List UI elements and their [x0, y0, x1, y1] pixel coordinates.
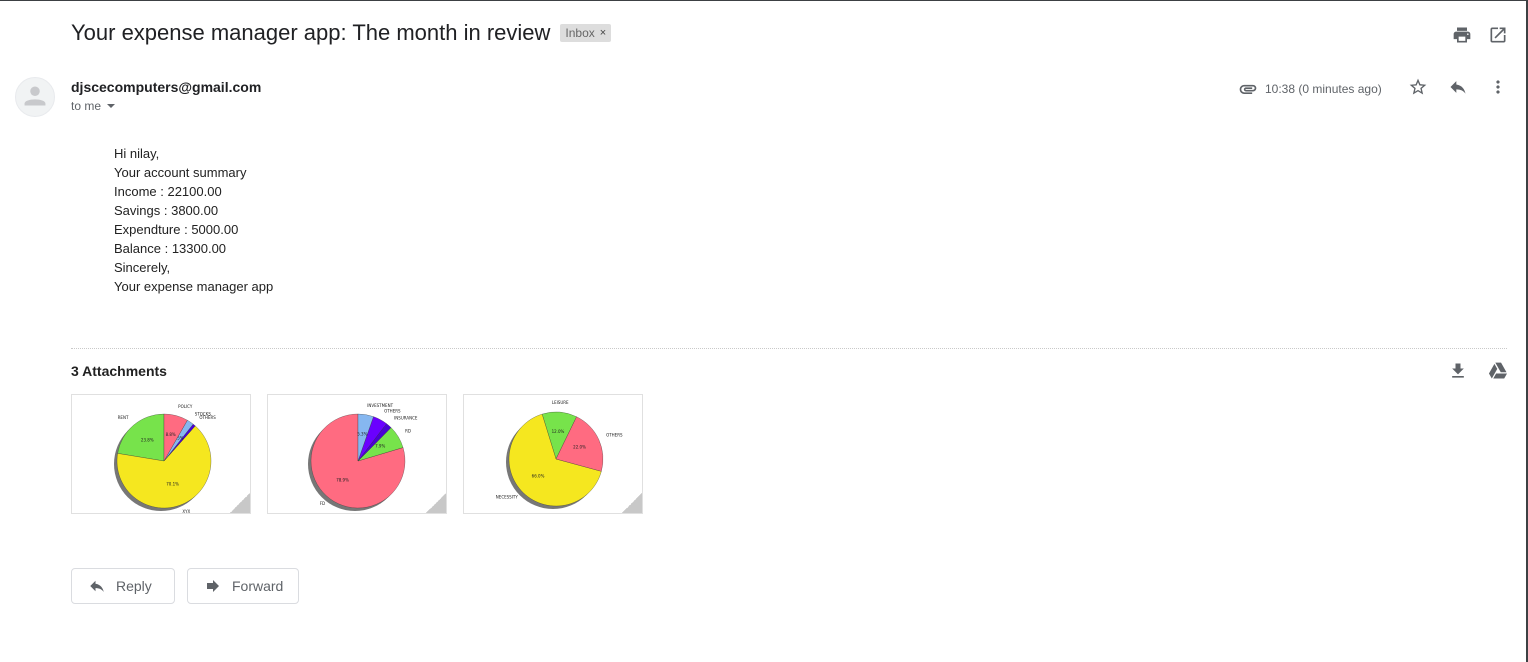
open-in-new-window-button[interactable]	[1486, 23, 1510, 47]
save-to-drive-button[interactable]	[1486, 359, 1510, 383]
pie-label: OTHERS	[606, 432, 623, 437]
remove-label-button[interactable]: ×	[600, 27, 606, 39]
open-in-new-icon	[1490, 27, 1506, 43]
pie-label: OTHERS	[384, 409, 401, 414]
pie-label: RD	[405, 429, 411, 434]
recipient-line: to me	[71, 99, 102, 113]
page-fold	[230, 493, 250, 513]
star-button[interactable]	[1406, 75, 1430, 99]
reply-label: Reply	[116, 578, 152, 594]
download-all-button[interactable]	[1446, 359, 1470, 383]
inbox-label-chip[interactable]: Inbox ×	[560, 24, 612, 42]
pie-pct-label: 70.1%	[166, 481, 179, 486]
email-subject: Your expense manager app: The month in r…	[71, 20, 551, 45]
avatar	[15, 77, 55, 117]
pie-label: XYX	[182, 509, 190, 514]
drive-icon	[1488, 362, 1508, 379]
pie-pct-label: 78.9%	[336, 478, 349, 483]
message-time: 10:38 (0 minutes ago)	[1265, 82, 1382, 96]
forward-action-button[interactable]: Forward	[187, 568, 299, 604]
pie-chart-3: LEISURE 12.0% NECESSITY 66.0% OTHERS 22.0%	[496, 400, 623, 509]
person-icon	[24, 86, 46, 106]
pie-label: NECESSITY	[496, 495, 519, 500]
pie-pct-label: 12.0%	[552, 429, 565, 434]
pie-label: FD	[320, 501, 325, 506]
pie-pct-label: 5.3%	[357, 432, 367, 437]
page-fold	[426, 493, 446, 513]
forward-icon	[207, 580, 219, 592]
pie-pct-label: 66.0%	[532, 474, 545, 479]
reply-action-button[interactable]: Reply	[71, 568, 175, 604]
pie-chart-2: FD 78.9% RD 7.9% INSURANCE OTHERSINVESTMENT 5.…	[308, 403, 418, 511]
print-icon	[1453, 27, 1471, 43]
download-icon	[1452, 363, 1464, 378]
reply-icon	[1450, 81, 1466, 94]
body-line: Hi nilay,	[114, 146, 160, 161]
pie-pct-label: 22.0%	[573, 444, 586, 449]
pie-pct-label: 7.9%	[375, 444, 385, 449]
attachment-thumbnail-3[interactable]: LEISURE 12.0% NECESSITY 66.0% OTHERS 22.0%	[463, 394, 643, 514]
star-icon	[1409, 78, 1427, 95]
forward-label: Forward	[232, 578, 284, 594]
recipient-details-toggle[interactable]: to me	[71, 99, 116, 113]
paperclip-icon	[1239, 84, 1257, 94]
pie-chart-1: RENT23.8%XYX70.1%OTHERSSTOCKS2.5%POLICY8…	[114, 404, 216, 514]
page-fold	[622, 493, 642, 513]
attachment-thumbnail-1[interactable]: RENT 23.8% XYX 70.1% OTHERS STOCKS 2.5% POLICY 8…	[71, 394, 251, 514]
message-meta: 10:38 (0 minutes ago)	[1238, 79, 1382, 99]
top-border	[0, 0, 1528, 1]
body-line: Your account summary	[114, 165, 247, 180]
body-line: Expendture : 5000.00	[114, 222, 239, 237]
body-line: Sincerely,	[114, 260, 171, 275]
more-vert-icon	[1496, 80, 1500, 94]
attachment-thumbnail-2[interactable]: FD 78.9% RD 7.9% INSURANCE OTHERS INVESTMENT 5.…	[267, 394, 447, 514]
body-line: Savings : 3800.00	[114, 203, 219, 218]
pie-label: POLICY	[178, 404, 193, 409]
chevron-down-icon	[107, 104, 116, 108]
attachments-title: 3 Attachments	[71, 363, 167, 379]
attachments-divider	[71, 348, 1507, 349]
sender-address[interactable]: djscecomputers@gmail.com	[71, 79, 261, 95]
reply-button[interactable]	[1446, 75, 1470, 99]
body-line: Income : 22100.00	[114, 184, 222, 199]
pie-label: INVESTMENT	[367, 403, 393, 408]
pie-pct-label: 23.8%	[141, 437, 154, 442]
pie-label: INSURANCE	[394, 416, 418, 421]
pie-pct-label: 8.8%	[166, 432, 176, 437]
body-line: Your expense manager app	[114, 279, 274, 294]
body-line: Balance : 13300.00	[114, 241, 227, 256]
email-body: Hi nilay, Your account summary Income : …	[114, 144, 273, 296]
pie-label: RENT	[118, 415, 129, 420]
label-text: Inbox	[565, 26, 595, 40]
pie-label: LEISURE	[552, 400, 569, 405]
print-button[interactable]	[1450, 23, 1474, 47]
more-options-button[interactable]	[1486, 75, 1510, 99]
pie-label: STOCKS	[195, 411, 212, 416]
reply-icon	[90, 580, 104, 592]
subject-row: Your expense manager app: The month in r…	[71, 20, 612, 46]
